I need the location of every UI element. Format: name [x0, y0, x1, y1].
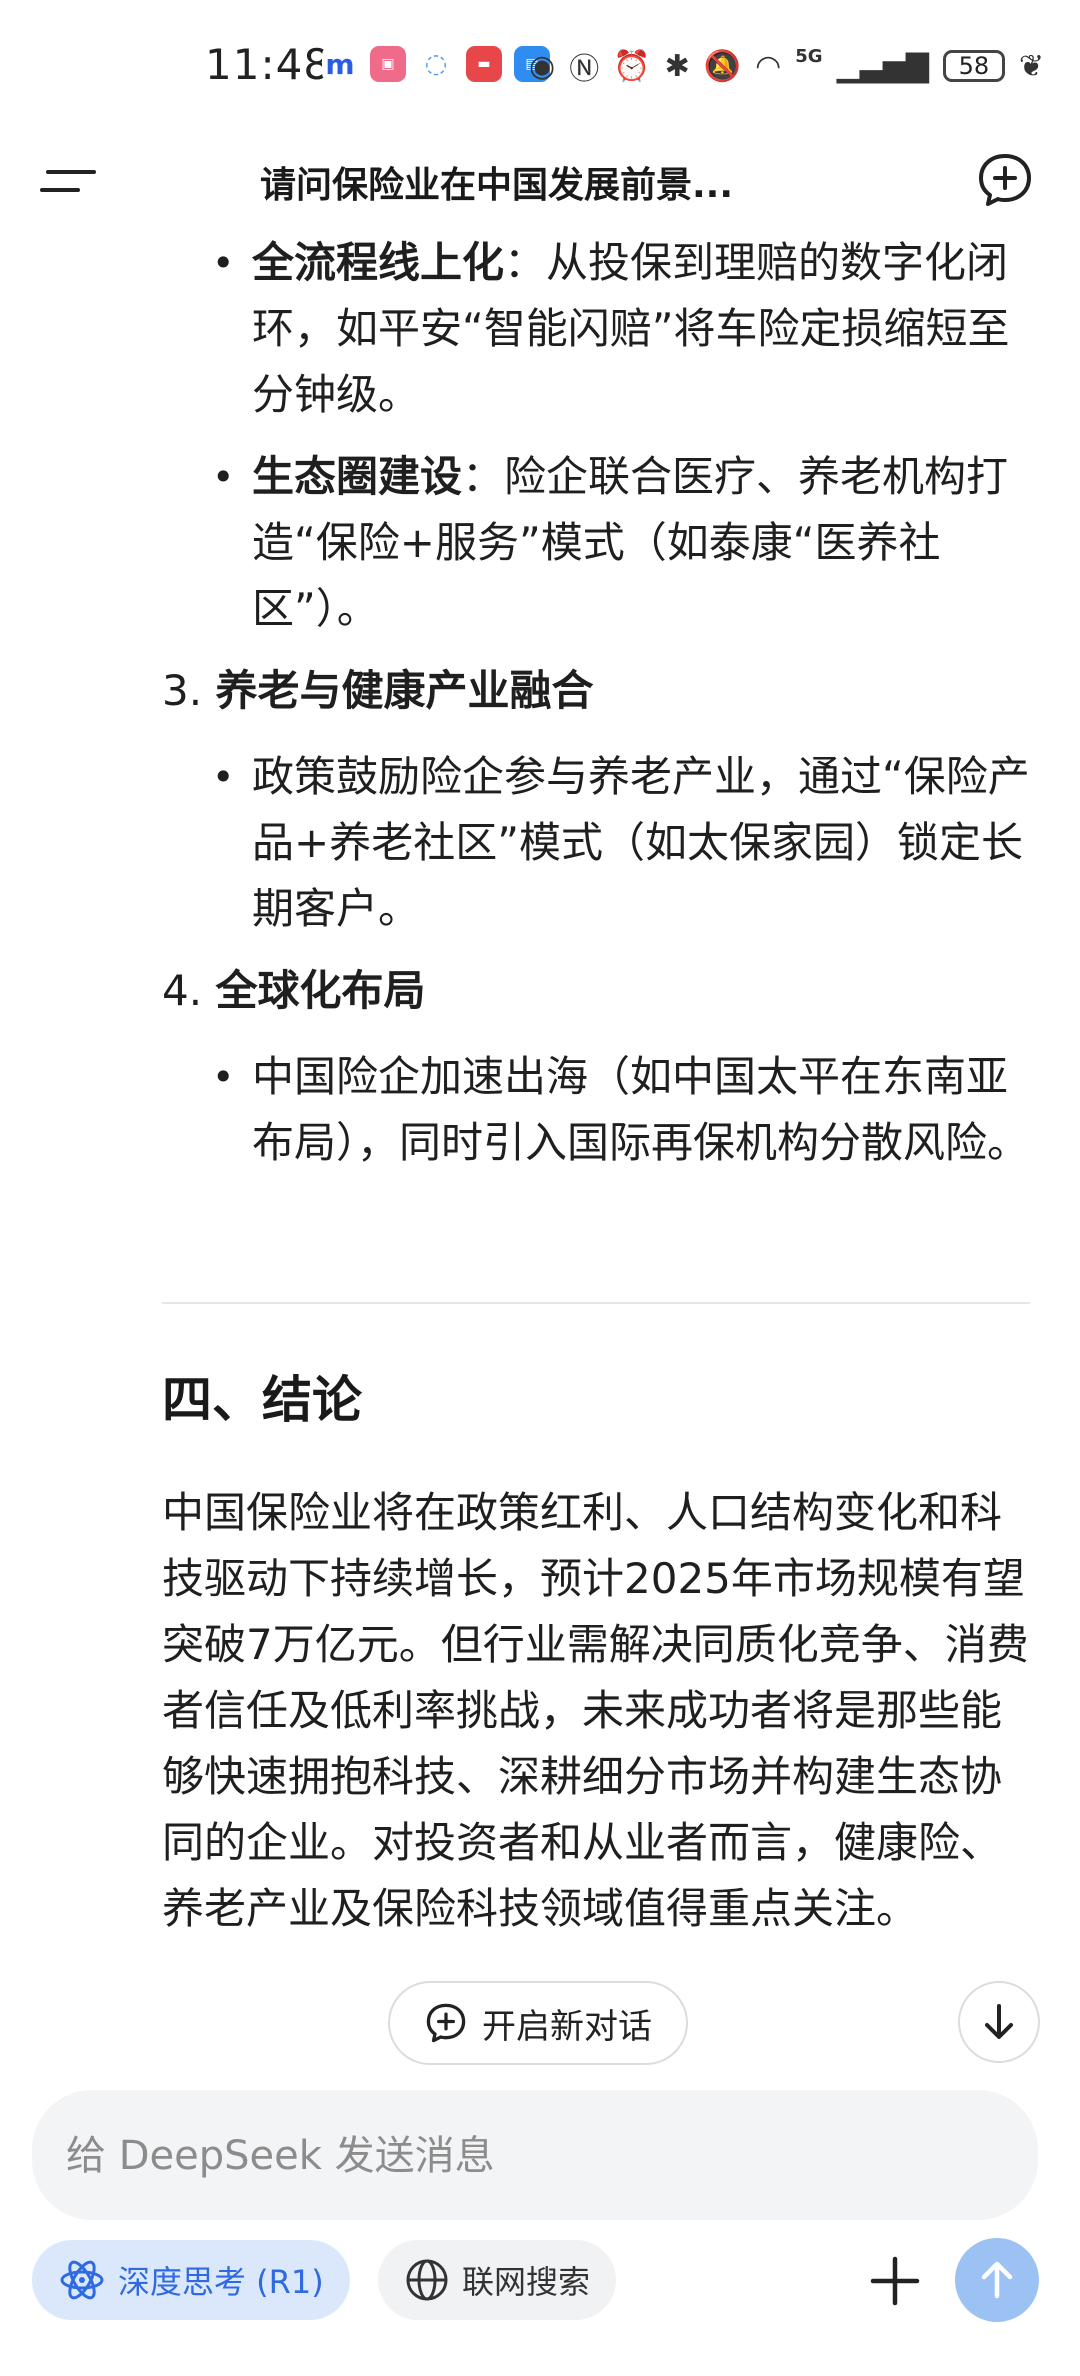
deep-think-toggle[interactable]: 深度思考 (R1): [32, 2240, 350, 2320]
chat-plus-icon: [979, 154, 1031, 206]
message-input-box: [32, 2090, 1038, 2220]
globe-icon: [406, 2259, 448, 2301]
mute-icon: 🔕: [703, 48, 742, 84]
notification-icons: m ▣ ◌ ▬ ▤: [322, 46, 550, 82]
chat-content: 全流程线上化：从投保到理赔的数字化闭环，如平安“智能闪赔”将车险定损缩短至分钟级…: [0, 230, 1080, 2020]
eye-icon: ◉: [529, 48, 556, 84]
scroll-to-bottom-button[interactable]: [958, 1981, 1040, 2063]
menu-button[interactable]: [40, 160, 100, 200]
alarm-icon: ⏰: [613, 48, 651, 84]
list-item: 中国险企加速出海（如中国太平在东南亚布局），同时引入国际再保机构分散风险。: [212, 1044, 1032, 1176]
status-time: 11:48: [205, 40, 332, 89]
web-search-label: 联网搜索: [462, 2263, 591, 2301]
divider: [162, 1302, 1030, 1304]
bilibili-icon: ▣: [370, 46, 406, 82]
bullet-term: 全流程线上化: [252, 238, 505, 287]
new-chat-button[interactable]: [975, 150, 1035, 210]
signal-icon: ▁▃▅▇: [836, 48, 929, 84]
arrow-down-icon: [985, 2004, 1013, 2039]
numbered-heading: 4. 全球化布局: [162, 958, 425, 1024]
atom-icon: [60, 2260, 104, 2300]
battery-level: 58: [958, 52, 990, 80]
page-title: 请问保险业在中国发展前景...: [260, 165, 734, 206]
list-heading: 养老与健康产业融合: [215, 666, 594, 715]
bullet-text: 政策鼓励险企参与养老产业，通过“保险产品+养老社区”模式（如太保家园）锁定长期客…: [252, 752, 1030, 933]
deep-think-label: 深度思考 (R1): [118, 2263, 324, 2301]
status-bar: 11:48 m ▣ ◌ ▬ ▤ ◉ Ⓝ ⏰ ✱ 🔕 ◠ 5G ▁▃▅▇ 58 ❦: [0, 0, 1080, 130]
list-item: 生态圈建设：险企联合医疗、养老机构打造“保险+服务”模式（如泰康“医养社区”）。: [212, 444, 1032, 642]
chat-bubble-icon: ◌: [418, 46, 454, 82]
list-item: 政策鼓励险企参与养老产业，通过“保险产品+养老社区”模式（如太保家园）锁定长期客…: [212, 744, 1032, 942]
menu-icon-line: [40, 188, 80, 192]
list-item: 全流程线上化：从投保到理赔的数字化闭环，如平安“智能闪赔”将车险定损缩短至分钟级…: [212, 230, 1032, 428]
app-m-icon: m: [322, 46, 358, 82]
chat-plus-icon: [426, 2003, 466, 2043]
status-indicators: ◉ Ⓝ ⏰ ✱ 🔕 ◠ 5G ▁▃▅▇ 58 ❦: [529, 44, 1044, 88]
battery-icon: 58: [942, 50, 1005, 82]
plus-icon: [870, 2256, 920, 2306]
nfc-icon: Ⓝ: [569, 52, 600, 87]
list-number: 4.: [162, 966, 203, 1015]
vibrate-icon: ✱: [664, 48, 690, 84]
input-toolbar: 深度思考 (R1) 联网搜索: [0, 2238, 1080, 2340]
numbered-heading: 3. 养老与健康产业融合: [162, 658, 593, 724]
conclusion-paragraph: 中国保险业将在政策红利、人口结构变化和科技驱动下持续增长，预计2025年市场规模…: [162, 1488, 1029, 1933]
list-number: 3.: [162, 666, 203, 715]
bullet-text: 中国险企加速出海（如中国太平在东南亚布局），同时引入国际再保机构分散风险。: [252, 1052, 1030, 1167]
new-chat-floating-button[interactable]: 开启新对话: [388, 1981, 688, 2065]
new-chat-label: 开启新对话: [482, 2006, 652, 2047]
bullet-term: 生态圈建设: [252, 452, 463, 501]
network-type: 5G: [795, 45, 823, 67]
wifi-icon: ◠: [755, 48, 782, 84]
arrow-up-icon: [981, 2261, 1013, 2299]
message-input[interactable]: [64, 2120, 998, 2192]
attach-button[interactable]: [862, 2248, 928, 2314]
leaf-icon: ❦: [1018, 48, 1044, 84]
section-heading: 四、结论: [162, 1371, 362, 1429]
send-button[interactable]: [955, 2238, 1039, 2322]
menu-icon: [46, 170, 96, 174]
list-heading: 全球化布局: [215, 966, 426, 1015]
huawei-icon: ▬: [466, 46, 502, 82]
web-search-toggle[interactable]: 联网搜索: [378, 2240, 617, 2320]
chat-header: 请问保险业在中国发展前景...: [0, 130, 1080, 230]
